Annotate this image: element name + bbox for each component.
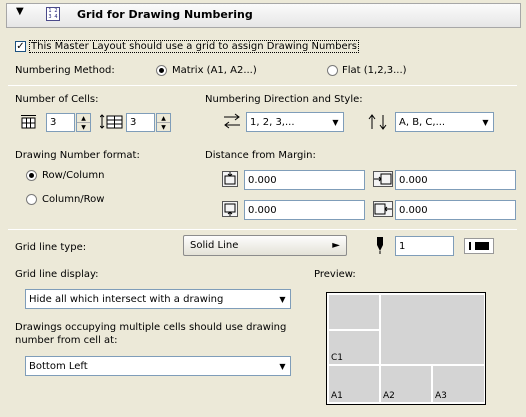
stepper-up-icon[interactable]: ▲: [157, 114, 170, 123]
pen-number-field[interactable]: 1: [395, 236, 454, 256]
pen-icon: [373, 236, 387, 254]
dropdown-arrow-icon[interactable]: ▼: [275, 290, 290, 308]
letter-style-value: A, B, C,...: [399, 116, 446, 128]
radio-flat[interactable]: [327, 65, 338, 76]
direction-arrows-icon[interactable]: [222, 111, 242, 131]
radio-row-column[interactable]: [26, 170, 37, 181]
grid-line-display-dropdown[interactable]: Hide all which intersect with a drawing …: [25, 289, 291, 309]
preview-cell-a2: A2: [380, 365, 432, 403]
stepper-down-icon[interactable]: ▼: [157, 123, 170, 131]
columns-stepper[interactable]: ▲ ▼: [76, 113, 91, 132]
stepper-up-icon[interactable]: ▲: [77, 114, 90, 123]
radio-matrix[interactable]: [156, 65, 167, 76]
preview-label: Preview:: [314, 269, 356, 280]
pen-weight-thin-icon: [469, 242, 471, 250]
multi-cell-label-line1: Drawings occupying multiple cells should…: [15, 322, 287, 333]
radio-column-row[interactable]: [26, 194, 37, 205]
preview-cell-label: A1: [331, 391, 343, 401]
popup-arrow-icon[interactable]: ►: [332, 240, 340, 251]
separator: [8, 85, 517, 86]
columns-count-field[interactable]: 3: [46, 113, 75, 132]
right-margin-value: 0.000: [399, 204, 428, 216]
number-style-dropdown[interactable]: 1, 2, 3,... ▼: [246, 112, 344, 132]
left-margin-value: 0.000: [399, 174, 428, 186]
stepper-down-icon[interactable]: ▼: [77, 123, 90, 131]
preview-cell-a1: A1: [328, 365, 380, 403]
master-grid-checkbox-label[interactable]: This Master Layout should use a grid to …: [29, 40, 359, 53]
bottom-margin-value: 0.000: [248, 204, 277, 216]
radio-matrix-label[interactable]: Matrix (A1, A2...): [172, 65, 257, 76]
collapse-arrow-icon[interactable]: ▼: [16, 6, 24, 17]
preview-cell-a3: A3: [432, 365, 485, 403]
right-margin-icon: [373, 201, 393, 217]
right-margin-field[interactable]: 0.000: [395, 200, 516, 220]
radio-row-column-label[interactable]: Row/Column: [42, 170, 104, 181]
columns-count-value: 3: [50, 117, 57, 128]
rows-stepper[interactable]: ▲ ▼: [156, 113, 171, 132]
radio-flat-label[interactable]: Flat (1,2,3...): [342, 65, 407, 76]
bottom-margin-field[interactable]: 0.000: [244, 200, 365, 220]
separator: [8, 229, 517, 230]
preview-cell-label: A2: [383, 391, 395, 401]
dropdown-arrow-icon[interactable]: ▼: [478, 113, 493, 131]
dropdown-arrow-icon[interactable]: ▼: [275, 357, 290, 375]
grid-line-display-label: Grid line display:: [15, 269, 99, 280]
drawing-number-format-label: Drawing Number format:: [15, 150, 140, 161]
pen-color-button[interactable]: [464, 238, 494, 254]
columns-icon: [20, 114, 37, 129]
distance-from-margin-label: Distance from Margin:: [205, 150, 316, 161]
panel-title: Grid for Drawing Numbering: [77, 8, 253, 21]
preview-cell-c1: C1: [328, 330, 380, 365]
dropdown-arrow-icon[interactable]: ▼: [328, 113, 343, 131]
bottom-margin-icon: [222, 201, 238, 217]
preview-cell-top-left: [328, 294, 380, 330]
icon-digit: 4: [54, 14, 58, 20]
letter-style-dropdown[interactable]: A, B, C,... ▼: [395, 112, 494, 132]
rows-icon: [99, 114, 124, 129]
pen-color-swatch: [475, 242, 489, 250]
up-down-direction-icon[interactable]: [366, 112, 390, 132]
multi-cell-value: Bottom Left: [29, 360, 88, 372]
rows-count-value: 3: [130, 117, 137, 128]
grid-line-display-value: Hide all which intersect with a drawing: [29, 293, 224, 305]
top-margin-field[interactable]: 0.000: [244, 170, 365, 190]
radio-column-row-label[interactable]: Column/Row: [42, 194, 104, 205]
grid-preview-bottom-row: A1 A2 A3: [326, 364, 486, 405]
grid-line-type-value: Solid Line: [190, 240, 239, 251]
left-margin-icon: [373, 171, 393, 187]
preview-cell-label: C1: [331, 353, 344, 363]
master-grid-checkbox[interactable]: ✓: [15, 41, 26, 52]
multi-cell-label-line2: number from cell at:: [15, 335, 118, 346]
left-margin-field[interactable]: 0.000: [395, 170, 516, 190]
grid-line-type-popup[interactable]: Solid Line ►: [183, 235, 347, 256]
top-margin-value: 0.000: [248, 174, 277, 186]
checkmark-icon: ✓: [16, 40, 25, 52]
grid-line-type-label: Grid line type:: [15, 242, 87, 253]
number-style-value: 1, 2, 3,...: [250, 116, 295, 128]
preview-cell-label: A3: [435, 391, 447, 401]
rows-count-field[interactable]: 3: [126, 113, 155, 132]
top-margin-icon: [222, 171, 238, 187]
numbering-method-label: Numbering Method:: [15, 65, 115, 76]
grid-numbering-icon: 1 2 3 4: [46, 7, 60, 21]
multi-cell-dropdown[interactable]: Bottom Left ▼: [25, 356, 291, 376]
number-of-cells-label: Number of Cells:: [15, 94, 99, 105]
numbering-direction-label: Numbering Direction and Style:: [205, 94, 363, 105]
pen-number-value: 1: [399, 240, 406, 252]
